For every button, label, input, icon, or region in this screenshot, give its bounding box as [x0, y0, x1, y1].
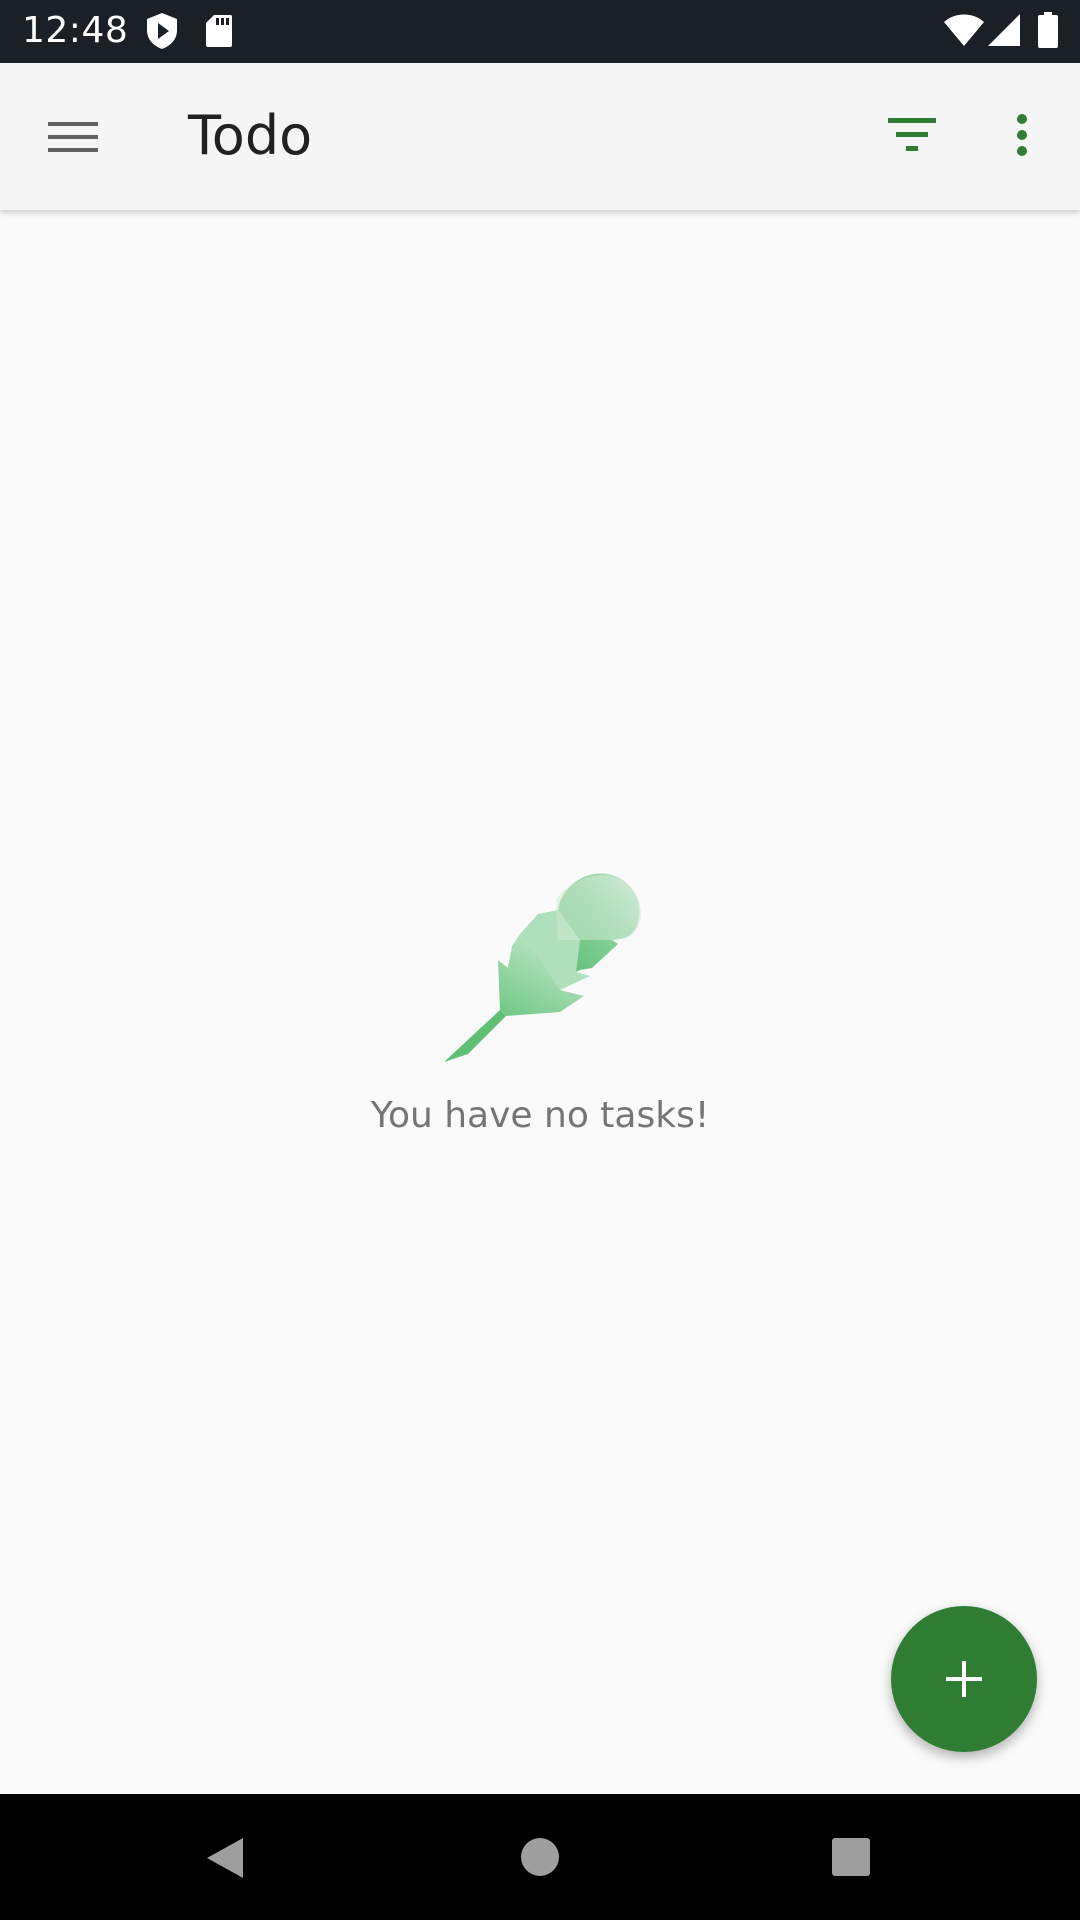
navigation-bar	[0, 1794, 1080, 1920]
sd-card-icon	[206, 15, 232, 47]
back-icon[interactable]	[203, 1834, 247, 1882]
more-options-button[interactable]	[980, 97, 1064, 181]
status-time: 12:48	[22, 10, 129, 51]
screen: 12:48 Todo You have no tasks!	[0, 0, 1080, 1920]
play-protect-icon	[147, 13, 177, 49]
home-icon[interactable]	[520, 1837, 560, 1877]
app-bar: Todo	[0, 63, 1080, 210]
cell-signal-icon	[988, 14, 1020, 46]
recents-icon[interactable]	[831, 1837, 871, 1877]
feather-icon	[444, 873, 642, 1062]
menu-icon	[48, 122, 98, 152]
add-task-fab[interactable]	[891, 1606, 1037, 1752]
filter-button[interactable]	[870, 97, 954, 181]
empty-message: You have no tasks!	[370, 1095, 710, 1136]
app-title: Todo	[188, 104, 313, 167]
battery-icon	[1038, 12, 1058, 48]
more-vert-icon	[1017, 114, 1027, 156]
wifi-icon	[944, 14, 984, 46]
menu-button[interactable]	[32, 102, 114, 172]
empty-state: You have no tasks!	[0, 860, 1080, 1140]
plus-icon	[946, 1661, 982, 1697]
status-bar: 12:48	[0, 0, 1080, 63]
filter-icon	[888, 118, 936, 151]
